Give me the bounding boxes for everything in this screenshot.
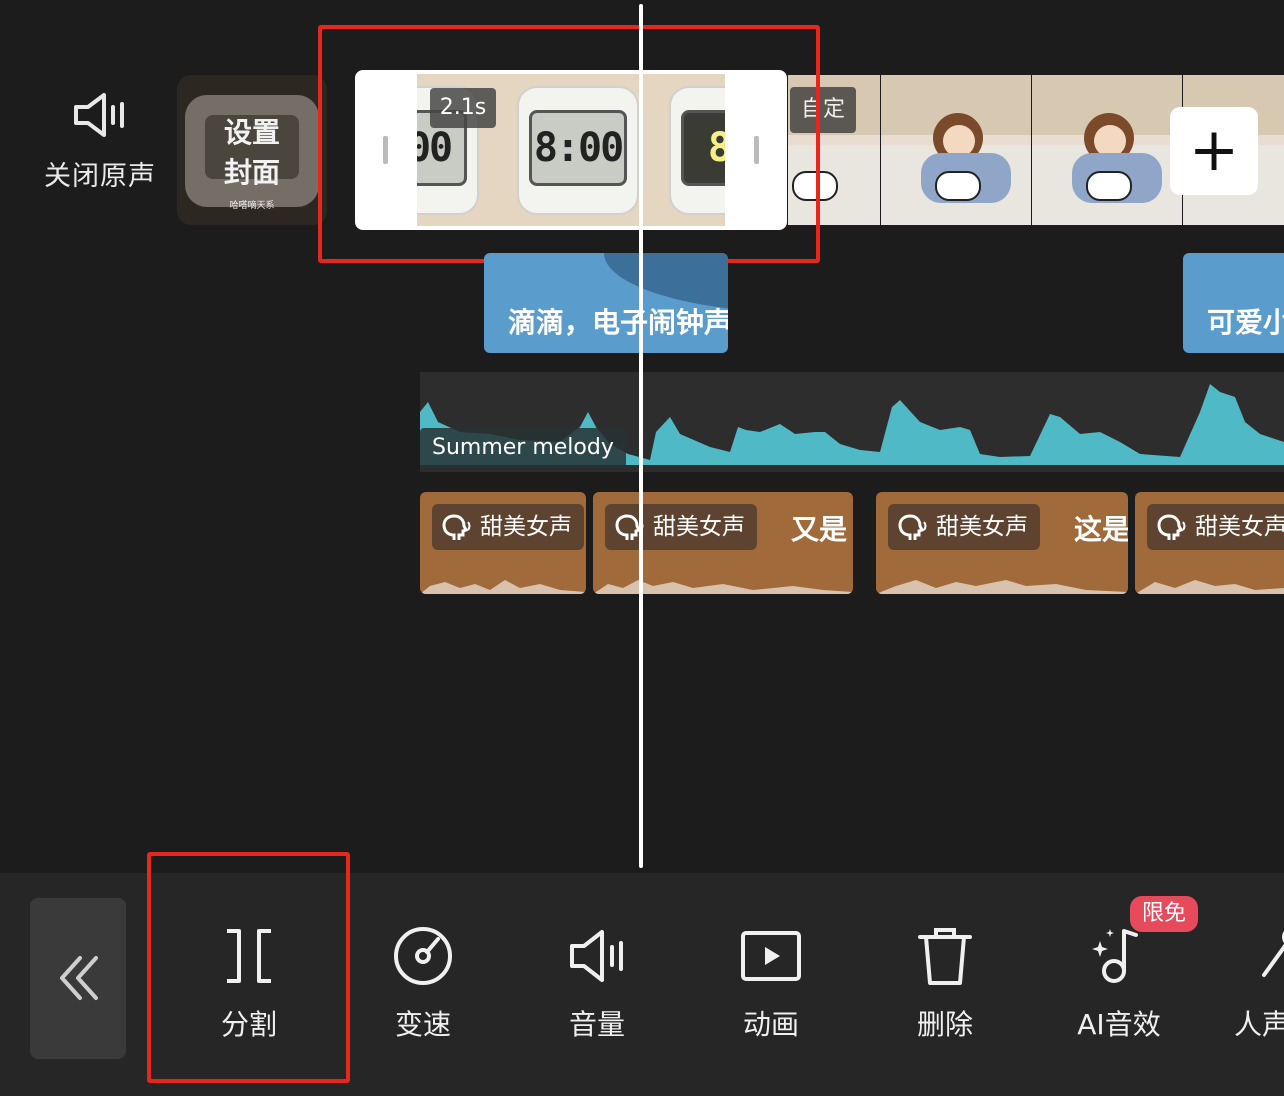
- voiceover-clip[interactable]: 甜美女声: [420, 492, 586, 594]
- voice-tag: 甜美女声: [432, 504, 584, 550]
- speed-icon: [394, 927, 452, 985]
- voiceover-clip[interactable]: 甜美女声 这是: [876, 492, 1128, 594]
- mute-label: 关闭原声: [44, 161, 156, 192]
- voice-head-icon: [898, 513, 927, 540]
- split-button[interactable]: 分割: [184, 925, 314, 1050]
- volume-label: 音量: [568, 1008, 625, 1041]
- clip-trim-handle-right[interactable]: [754, 136, 759, 164]
- voice-waveform: [420, 580, 586, 594]
- volume-button[interactable]: 音量: [532, 925, 662, 1050]
- animation-button[interactable]: 动画: [706, 925, 836, 1050]
- alarm-clock-thumb: 8:00: [517, 86, 639, 215]
- voice-clip-text: 又是: [791, 513, 848, 546]
- collapse-toolbar-button[interactable]: [30, 898, 126, 1059]
- video-clip-thumb[interactable]: [881, 75, 1031, 225]
- text-clip[interactable]: 可爱小: [1183, 253, 1284, 353]
- animation-icon: [741, 931, 801, 981]
- speaker-icon: [74, 93, 124, 137]
- voice-clip-text: 这是: [1074, 513, 1128, 546]
- trash-icon: [918, 928, 972, 985]
- ai-sound-effect-button[interactable]: AI音效: [1054, 925, 1184, 1050]
- voice-waveform: [1135, 580, 1284, 594]
- free-badge: 限免: [1130, 896, 1198, 932]
- ai-sound-label: AI音效: [1077, 1008, 1161, 1041]
- double-chevron-left-icon: [60, 956, 98, 1000]
- voice-tag: 甜美女声: [1147, 504, 1284, 550]
- human-voice-label: 人声: [1234, 1008, 1284, 1041]
- clip-trim-handle-left[interactable]: [383, 136, 388, 164]
- ai-sound-icon: [1092, 929, 1138, 983]
- voice-waveform: [593, 580, 853, 594]
- text-clip[interactable]: 滴滴，电子闹钟声: [484, 253, 728, 353]
- clip-duration-badge: 2.1s: [430, 88, 496, 128]
- volume-icon: [570, 930, 623, 982]
- video-clip-thumb[interactable]: [1032, 75, 1182, 225]
- add-clip-button[interactable]: +: [1170, 107, 1258, 195]
- voiceover-clip[interactable]: 甜美女声: [1135, 492, 1284, 594]
- music-track[interactable]: Summer melody: [420, 372, 1284, 472]
- playhead[interactable]: [639, 4, 643, 868]
- music-track-label: Summer melody: [420, 428, 626, 468]
- custom-tag: 自定: [790, 87, 856, 133]
- voice-head-icon: [442, 513, 471, 540]
- speed-label: 变速: [394, 1008, 451, 1041]
- animation-label: 动画: [742, 1008, 799, 1041]
- voice-icon: [1262, 931, 1284, 977]
- speed-button[interactable]: 变速: [358, 925, 488, 1050]
- cover-label: 设置 封面: [223, 116, 280, 189]
- voice-tag: 甜美女声: [605, 504, 757, 550]
- delete-label: 删除: [916, 1008, 973, 1041]
- set-cover-button[interactable]: 设置 封面 哈嗒嘀天系: [177, 75, 327, 225]
- split-label: 分割: [220, 1008, 277, 1041]
- alarm-clock-thumb: 8:: [669, 86, 725, 215]
- voiceover-clip[interactable]: 甜美女声 又是: [593, 492, 853, 594]
- mute-original-audio-button[interactable]: 关闭原声: [30, 90, 170, 210]
- split-icon: [227, 929, 271, 983]
- voice-tag: 甜美女声: [888, 504, 1040, 550]
- delete-button[interactable]: 删除: [880, 925, 1010, 1050]
- human-voice-button[interactable]: 人声: [1228, 925, 1284, 1050]
- selected-video-clip[interactable]: :00 8:00 8:: [355, 70, 787, 230]
- voice-waveform: [876, 580, 1128, 594]
- voice-head-icon: [1157, 513, 1186, 540]
- cover-caption: 哈嗒嘀天系: [229, 201, 275, 211]
